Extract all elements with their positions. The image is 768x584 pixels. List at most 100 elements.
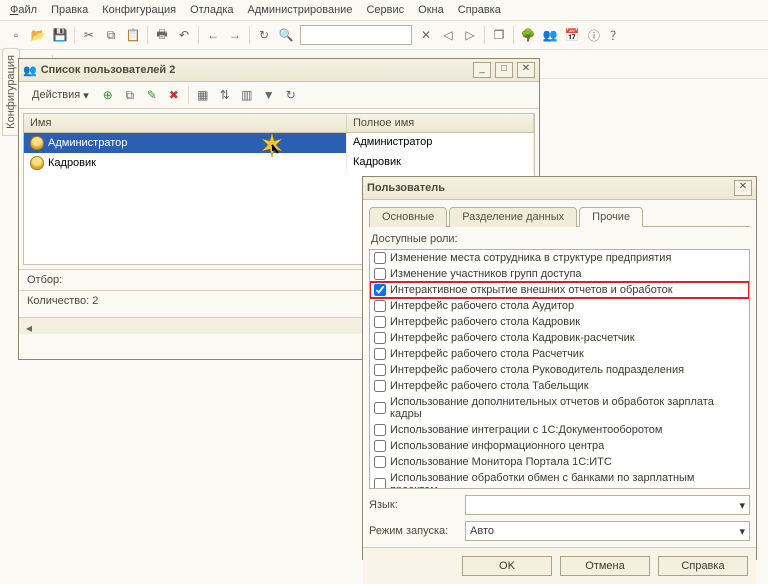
role-item[interactable]: Использование Монитора Портала 1С:ИТС <box>370 454 749 470</box>
role-checkbox[interactable] <box>374 332 386 344</box>
columns-icon[interactable]: ▥ <box>237 85 257 105</box>
search-input[interactable] <box>300 25 412 45</box>
dialog-title: Пользователь <box>367 182 730 194</box>
role-item[interactable]: Использование обработки обмен с банками … <box>370 470 749 488</box>
launch-label: Режим запуска: <box>369 525 459 537</box>
role-item[interactable]: Использование интеграции с 1С:Документоо… <box>370 422 749 438</box>
launch-mode-field[interactable]: Авто▾ <box>465 521 750 541</box>
table-row[interactable]: Администратор Администратор <box>24 133 534 153</box>
edit-icon[interactable]: ✎ <box>142 85 162 105</box>
tab-data-separation[interactable]: Разделение данных <box>449 207 577 227</box>
forward-icon[interactable]: → <box>225 25 245 45</box>
actions-menu[interactable]: Действия ▾ <box>25 86 96 105</box>
menu-edit[interactable]: Правка <box>51 4 88 16</box>
ok-button[interactable]: OK <box>462 556 552 576</box>
role-checkbox[interactable] <box>374 424 386 436</box>
role-item[interactable]: Использование дополнительных отчетов и о… <box>370 394 749 422</box>
role-item[interactable]: Использование информационного центра <box>370 438 749 454</box>
role-label: Изменение участников групп доступа <box>390 268 582 280</box>
copy-row-icon[interactable]: ⧉ <box>120 85 140 105</box>
sort-icon[interactable]: ⇅ <box>215 85 235 105</box>
role-item[interactable]: Интерфейс рабочего стола Кадровик <box>370 314 749 330</box>
save-icon[interactable]: 💾 <box>50 25 70 45</box>
role-checkbox[interactable] <box>374 268 386 280</box>
open-icon[interactable]: 📂 <box>28 25 48 45</box>
paste-icon[interactable]: 📋 <box>123 25 143 45</box>
help-button[interactable]: Справка <box>658 556 748 576</box>
new-icon[interactable]: ▫ <box>6 25 26 45</box>
role-checkbox[interactable] <box>374 348 386 360</box>
reload-icon[interactable]: ↻ <box>281 85 301 105</box>
role-item[interactable]: Изменение участников групп доступа <box>370 266 749 282</box>
scroll-left-icon[interactable]: ◂ <box>19 318 39 338</box>
role-item[interactable]: Изменение места сотрудника в структуре п… <box>370 250 749 266</box>
role-item[interactable]: Интерфейс рабочего стола Табельщик <box>370 378 749 394</box>
role-checkbox[interactable] <box>374 380 386 392</box>
funnel-icon[interactable]: ▼ <box>259 85 279 105</box>
nav-next-icon[interactable]: ▷ <box>460 25 480 45</box>
users-icon: 👥 <box>23 64 37 77</box>
menu-debug[interactable]: Отладка <box>190 4 233 16</box>
role-checkbox[interactable] <box>374 284 386 296</box>
menu-file[interactable]: Файл <box>10 4 37 16</box>
role-label: Интерфейс рабочего стола Кадровик <box>390 316 580 328</box>
cut-icon[interactable]: ✂ <box>79 25 99 45</box>
role-checkbox[interactable] <box>374 402 386 414</box>
search-clear-icon[interactable]: ✕ <box>416 25 436 45</box>
role-checkbox[interactable] <box>374 316 386 328</box>
filter-icon[interactable]: ▦ <box>193 85 213 105</box>
tab-other[interactable]: Прочие <box>579 207 643 227</box>
cancel-button[interactable]: Отмена <box>560 556 650 576</box>
col-fullname[interactable]: Полное имя <box>347 114 534 132</box>
tree-icon[interactable]: 🌳 <box>518 25 538 45</box>
role-label: Использование обработки обмен с банками … <box>390 472 745 488</box>
role-checkbox[interactable] <box>374 478 386 488</box>
undo-icon[interactable]: ↶ <box>174 25 194 45</box>
menu-admin[interactable]: Администрирование <box>248 4 353 16</box>
role-item[interactable]: Интерфейс рабочего стола Аудитор <box>370 298 749 314</box>
delete-icon[interactable]: ✖ <box>164 85 184 105</box>
role-label: Использование дополнительных отчетов и о… <box>390 396 745 420</box>
back-icon[interactable]: ← <box>203 25 223 45</box>
role-checkbox[interactable] <box>374 300 386 312</box>
role-label: Использование информационного центра <box>390 440 604 452</box>
add-icon[interactable]: ⊕ <box>98 85 118 105</box>
role-item[interactable]: Интерфейс рабочего стола Кадровик-расчет… <box>370 330 749 346</box>
role-checkbox[interactable] <box>374 364 386 376</box>
menu-service[interactable]: Сервис <box>366 4 404 16</box>
role-checkbox[interactable] <box>374 252 386 264</box>
table-row[interactable]: Кадровик Кадровик <box>24 153 534 173</box>
roles-label: Доступные роли: <box>371 233 748 245</box>
close-button[interactable]: ✕ <box>517 62 535 78</box>
print-icon[interactable]: 🖶 <box>152 25 172 45</box>
maximize-button[interactable]: □ <box>495 62 513 78</box>
lang-field[interactable]: ▾ <box>465 495 750 515</box>
users-icon[interactable]: 👥 <box>540 25 560 45</box>
search-icon[interactable]: 🔍 <box>276 25 296 45</box>
role-item[interactable]: Интерактивное открытие внешних отчетов и… <box>370 282 749 298</box>
menu-help[interactable]: Справка <box>458 4 501 16</box>
role-label: Интерфейс рабочего стола Расчетчик <box>390 348 584 360</box>
user-dialog: Пользователь ✕ Основные Разделение данны… <box>362 176 757 560</box>
menu-windows[interactable]: Окна <box>418 4 444 16</box>
nav-prev-icon[interactable]: ◁ <box>438 25 458 45</box>
copy-icon[interactable]: ⧉ <box>101 25 121 45</box>
tab-main[interactable]: Основные <box>369 207 447 227</box>
role-checkbox[interactable] <box>374 440 386 452</box>
col-name[interactable]: Имя <box>24 114 347 132</box>
minimize-button[interactable]: _ <box>473 62 491 78</box>
role-item[interactable]: Интерфейс рабочего стола Расчетчик <box>370 346 749 362</box>
menu-config[interactable]: Конфигурация <box>102 4 176 16</box>
user-icon <box>30 156 44 170</box>
windows-icon[interactable]: ❐ <box>489 25 509 45</box>
role-checkbox[interactable] <box>374 456 386 468</box>
info-icon[interactable]: ⓘ <box>584 25 604 45</box>
main-menubar: Файл Правка Конфигурация Отладка Админис… <box>0 0 768 21</box>
help-icon[interactable]: ？ <box>606 25 626 45</box>
refresh-icon[interactable]: ↻ <box>254 25 274 45</box>
calendar-icon[interactable]: 📅 <box>562 25 582 45</box>
role-label: Интерфейс рабочего стола Кадровик-расчет… <box>390 332 635 344</box>
role-item[interactable]: Интерфейс рабочего стола Руководитель по… <box>370 362 749 378</box>
user-icon <box>30 136 44 150</box>
dialog-close-button[interactable]: ✕ <box>734 180 752 196</box>
